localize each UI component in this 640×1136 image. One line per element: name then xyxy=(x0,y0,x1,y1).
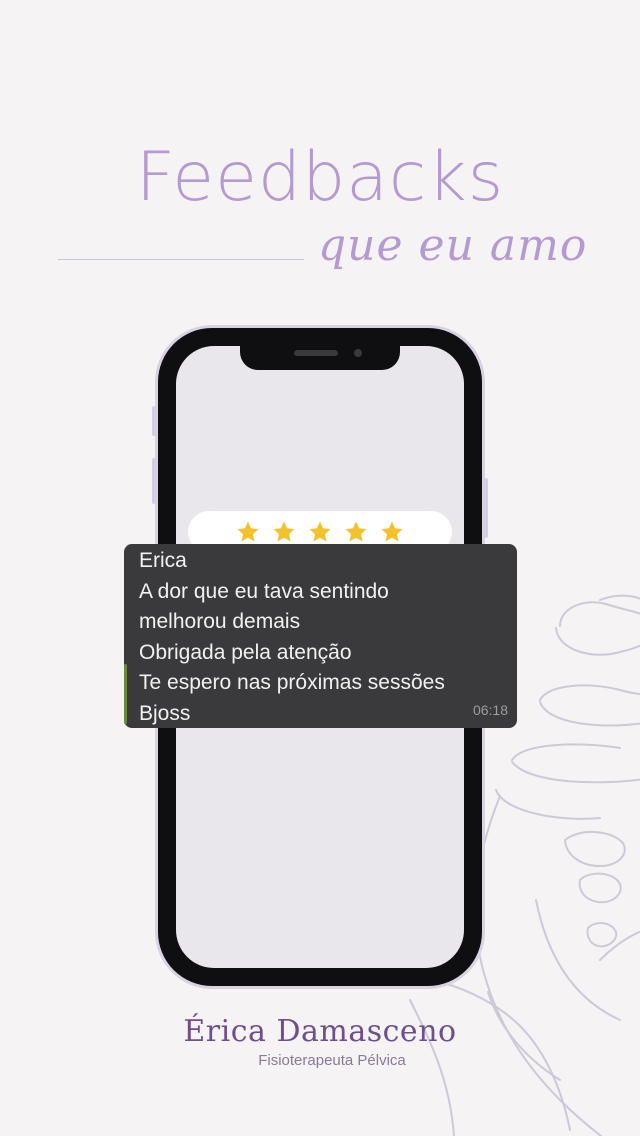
message-line: Bjoss xyxy=(139,701,191,725)
message-accent-bar xyxy=(124,664,127,724)
page-title: Feedbacks xyxy=(135,138,505,217)
phone-volume-button xyxy=(152,458,156,504)
star-icon xyxy=(345,521,367,542)
message-sender: Erica xyxy=(139,549,187,572)
camera-icon xyxy=(354,349,362,357)
star-icon xyxy=(237,521,259,542)
brand-name: Érica Damasceno xyxy=(183,1014,457,1049)
title-divider xyxy=(58,259,304,260)
brand-tagline: Fisioterapeuta Pélvica xyxy=(258,1052,406,1069)
star-icon xyxy=(381,521,403,542)
message-line: Obrigada pela atenção xyxy=(139,640,352,664)
message-line: A dor que eu tava sentindo xyxy=(139,579,389,603)
star-icon xyxy=(273,521,295,542)
phone-side-button xyxy=(152,406,156,436)
phone-power-button xyxy=(484,478,488,538)
speaker-icon xyxy=(294,350,338,356)
message-line: melhorou demais xyxy=(139,610,301,634)
message-timestamp: 06:18 xyxy=(472,702,508,719)
feedback-story-card: Feedbacks que eu amo Erica A dor que eu … xyxy=(0,0,640,1136)
star-icon xyxy=(309,521,331,542)
phone-notch xyxy=(240,342,400,370)
page-subtitle: que eu amo xyxy=(318,220,588,271)
message-line: Te espero nas próximas sessões xyxy=(139,671,445,695)
chat-message-bubble: Erica A dor que eu tava sentindo melhoro… xyxy=(124,544,517,728)
